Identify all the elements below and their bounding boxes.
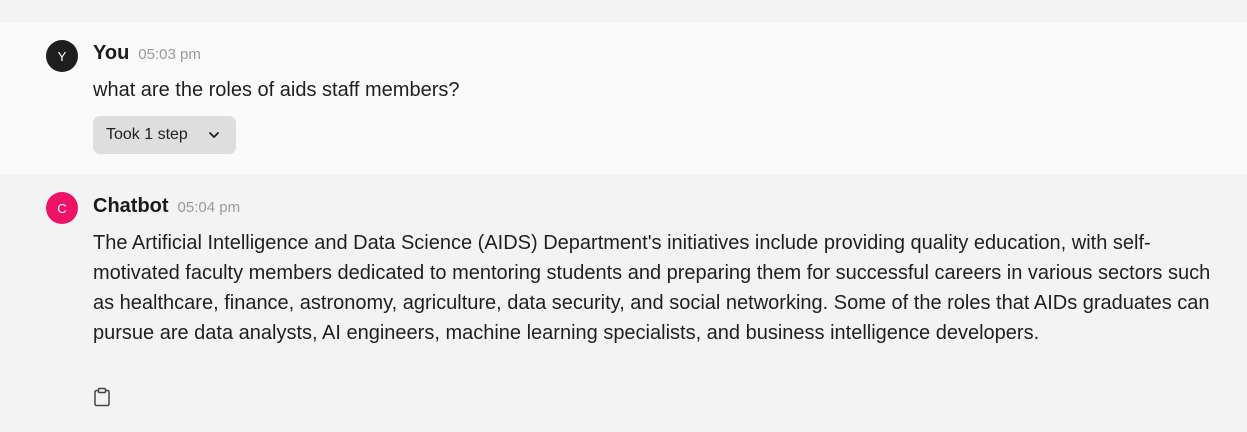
user-message-time: 05:03 pm [138, 46, 201, 63]
clipboard-icon[interactable] [93, 387, 111, 407]
bot-message-time: 05:04 pm [177, 199, 241, 216]
user-avatar-letter: Y [57, 48, 67, 64]
top-strip [0, 0, 1247, 22]
bot-message-text: The Artificial Intelligence and Data Sci… [93, 232, 1211, 344]
bot-message-header: Chatbot 05:04 pm [93, 195, 240, 218]
bot-author-name: Chatbot [93, 195, 169, 217]
user-message-header: You 05:03 pm [93, 42, 201, 65]
user-avatar: Y [46, 40, 78, 72]
bot-message: C Chatbot 05:04 pm The Artificial Intell… [0, 174, 1247, 432]
user-message: Y You 05:03 pm what are the roles of aid… [0, 22, 1247, 174]
steps-toggle-label: Took 1 step [106, 126, 188, 143]
bot-avatar-letter: C [57, 200, 67, 216]
user-message-text: what are the roles of aids staff members… [93, 79, 460, 101]
bot-avatar: C [46, 192, 78, 224]
steps-toggle-button[interactable]: Took 1 step [93, 116, 236, 154]
chevron-down-icon [209, 132, 219, 138]
user-author-name: You [93, 42, 130, 64]
